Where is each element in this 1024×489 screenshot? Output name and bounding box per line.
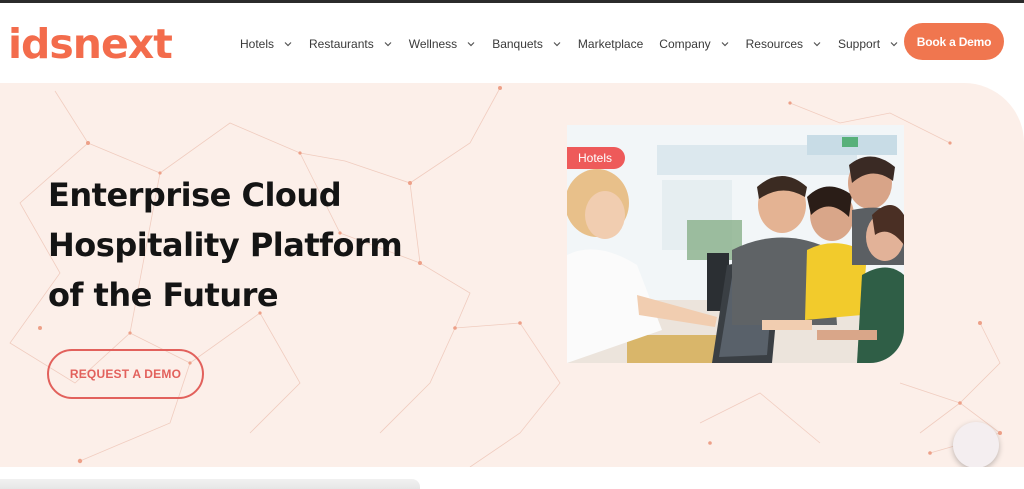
nav-item-support[interactable]: Support <box>838 37 898 51</box>
headline-line: Enterprise Cloud <box>48 176 342 214</box>
chevron-down-icon <box>890 40 898 48</box>
request-demo-button[interactable]: REQUEST A DEMO <box>47 349 204 399</box>
nav-item-label: Resources <box>745 37 803 51</box>
nav-item-label: Wellness <box>408 37 458 51</box>
chevron-down-icon <box>467 40 475 48</box>
nav-item-label: Banquets <box>492 37 543 51</box>
chevron-down-icon <box>813 40 821 48</box>
chevron-down-icon <box>721 40 729 48</box>
next-section-card-edge <box>0 479 420 489</box>
nav-item-label: Company <box>659 37 711 51</box>
chevron-down-icon <box>384 40 392 48</box>
hero-headline: Enterprise Cloud Hospitality Platform of… <box>48 170 468 320</box>
nav-item-label: Marketplace <box>577 37 644 51</box>
main-nav: Hotels Restaurants Wellness Banquets Mar… <box>240 33 915 55</box>
nav-item-hotels[interactable]: Hotels <box>240 37 292 51</box>
chevron-down-icon <box>553 40 561 48</box>
chat-bubble-icon[interactable] <box>953 422 999 468</box>
hero-section: Enterprise Cloud Hospitality Platform of… <box>0 83 1024 467</box>
nav-item-company[interactable]: Company <box>659 37 729 51</box>
nav-item-resources[interactable]: Resources <box>746 37 821 51</box>
headline-line: Hospitality Platform <box>48 226 403 264</box>
nav-item-banquets[interactable]: Banquets <box>492 37 561 51</box>
nav-item-label: Restaurants <box>309 37 374 51</box>
category-tag: Hotels <box>567 147 626 169</box>
nav-item-label: Support <box>838 37 881 51</box>
nav-item-restaurants[interactable]: Restaurants <box>309 37 392 51</box>
nav-item-marketplace[interactable]: Marketplace <box>578 37 643 51</box>
headline-line: of the Future <box>48 276 279 314</box>
book-demo-button[interactable]: Book a Demo <box>904 23 1004 60</box>
chevron-down-icon <box>284 40 292 48</box>
nav-item-label: Hotels <box>240 37 275 51</box>
site-header: idsnext Hotels Restaurants Wellness Banq… <box>0 3 1024 83</box>
hero-photo: Hotels <box>567 125 904 363</box>
nav-item-wellness[interactable]: Wellness <box>409 37 475 51</box>
brand-logo[interactable]: idsnext <box>8 21 173 67</box>
